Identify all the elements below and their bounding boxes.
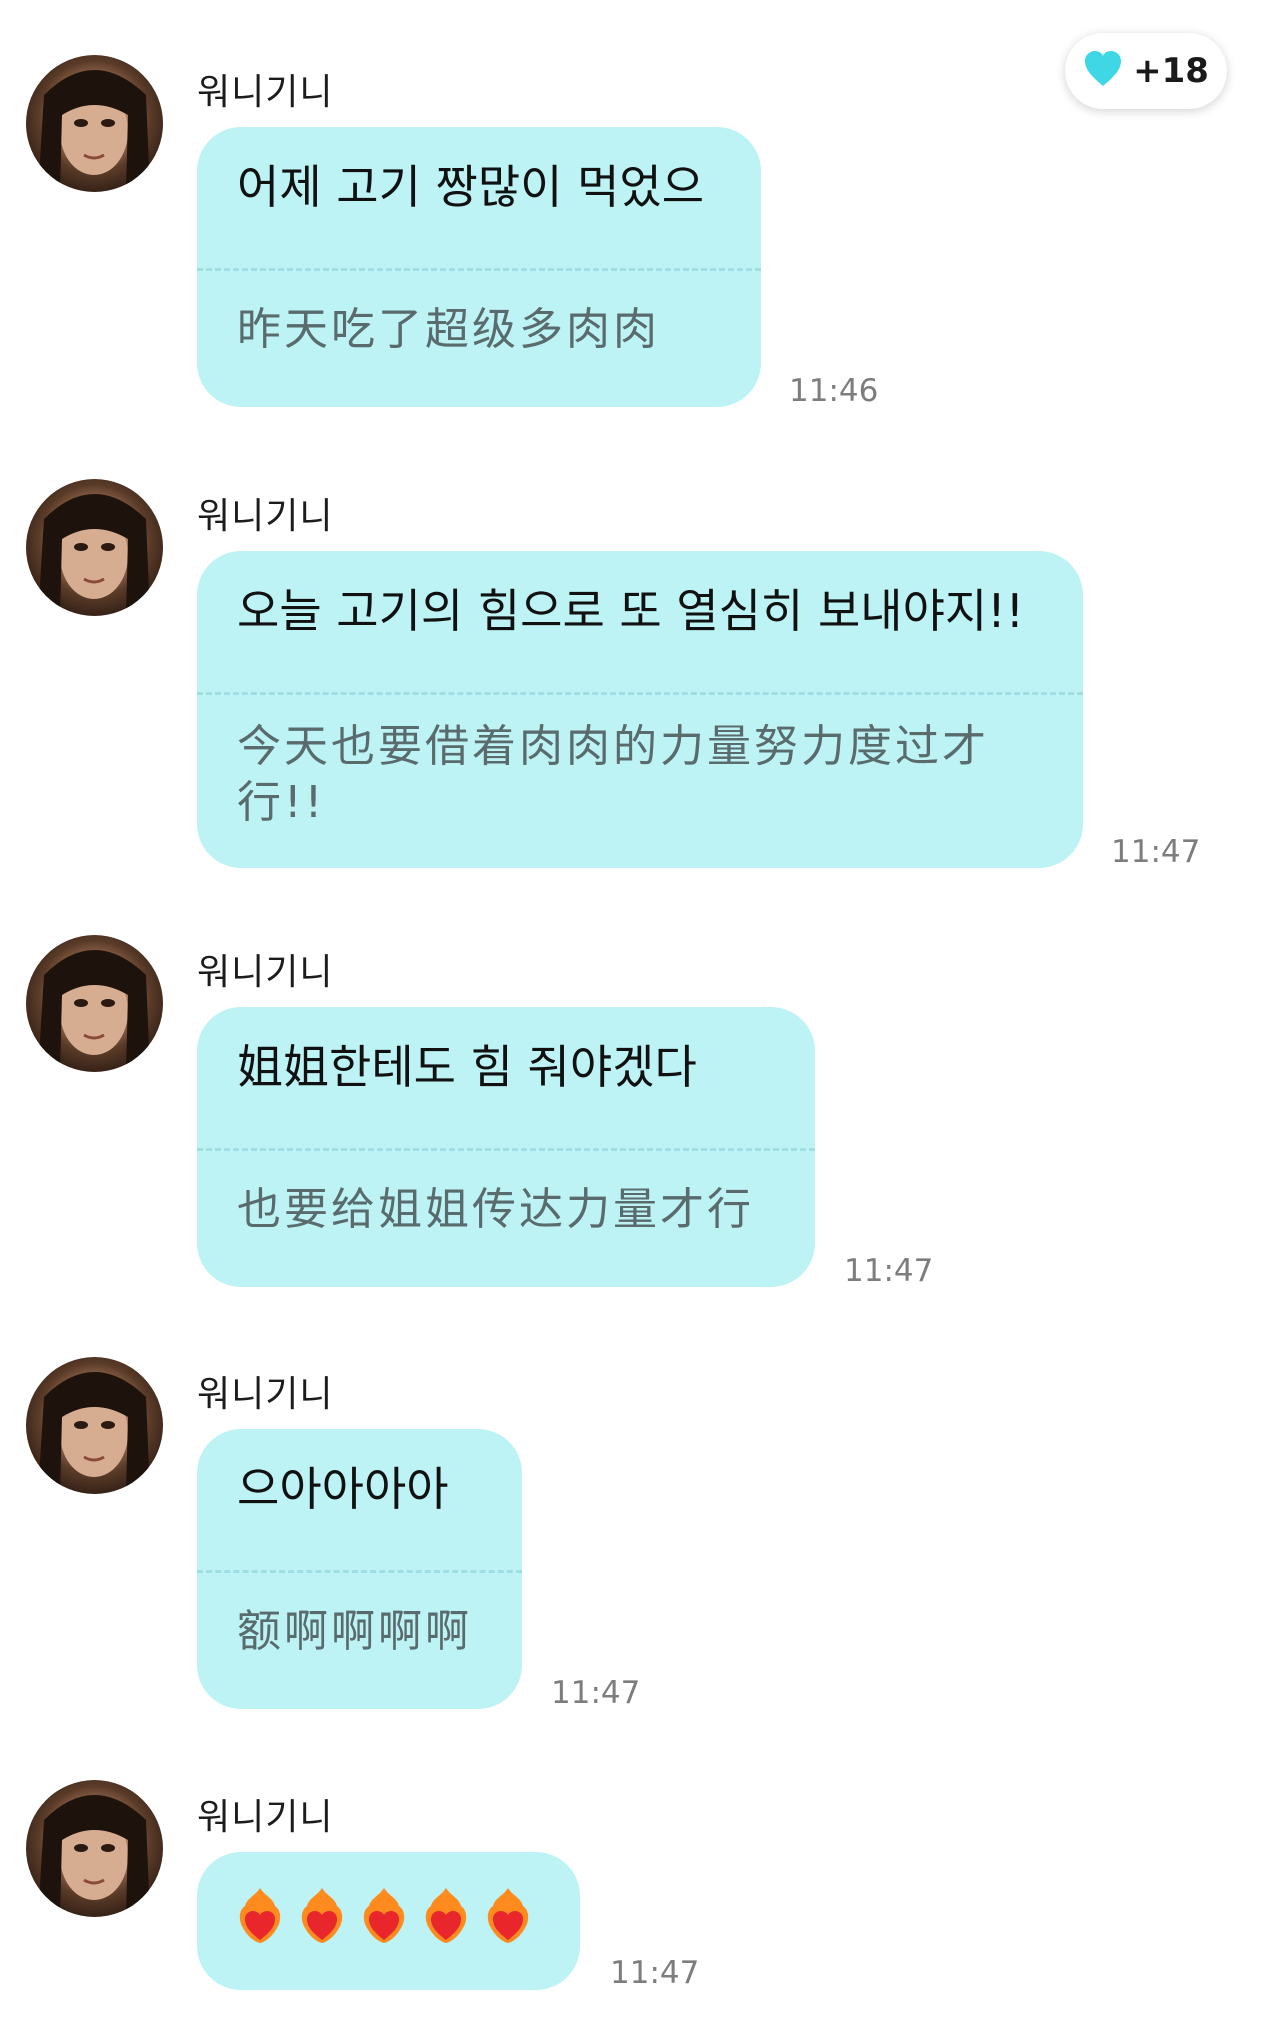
avatar[interactable]	[26, 935, 163, 1072]
avatar[interactable]	[26, 55, 163, 192]
heart-count: +18	[1133, 51, 1209, 91]
timestamp: 11:47	[610, 1955, 700, 1991]
heart-on-fire-icon	[485, 1886, 531, 1948]
avatar[interactable]	[26, 479, 163, 616]
sender-name: 워니기니	[197, 1797, 334, 1838]
message-text: 오늘 고기의 힘으로 또 열심히 보내야지!!	[237, 584, 1025, 638]
message-text: 으아아아아	[237, 1462, 449, 1516]
message-bubble[interactable]: 어제 고기 짱많이 먹었으 昨天吃了超级多肉肉	[197, 127, 761, 407]
translation-text: 也要给姐姐传达力量才行	[237, 1184, 754, 1235]
message-text: 姐姐한테도 힘 줘야겠다	[237, 1040, 697, 1094]
message-bubble[interactable]: 姐姐한테도 힘 줘야겠다 也要给姐姐传达力量才行	[197, 1007, 815, 1287]
sender-name: 워니기니	[197, 496, 334, 537]
heart-on-fire-icon	[237, 1886, 283, 1948]
sender-name: 워니기니	[197, 1374, 334, 1415]
timestamp: 11:46	[789, 373, 879, 409]
translation-text: 额啊啊啊啊	[237, 1606, 472, 1657]
avatar[interactable]	[26, 1780, 163, 1917]
translation-text: 今天也要借着肉肉的力量努力度过才行!!	[237, 721, 989, 828]
translation-divider	[197, 692, 1083, 695]
sender-name: 워니기니	[197, 952, 334, 993]
translation-divider	[197, 268, 761, 271]
heart-on-fire-icon	[423, 1886, 469, 1948]
sender-name: 워니기니	[197, 72, 334, 113]
emoji-row	[237, 1886, 531, 1948]
heart-count-badge[interactable]: +18	[1065, 33, 1227, 109]
message-bubble[interactable]: 오늘 고기의 힘으로 또 열심히 보내야지!! 今天也要借着肉肉的力量努力度过才…	[197, 551, 1083, 868]
heart-on-fire-icon	[361, 1886, 407, 1948]
timestamp: 11:47	[844, 1253, 934, 1289]
translation-divider	[197, 1570, 522, 1573]
message-text: 어제 고기 짱많이 먹었으	[237, 160, 705, 214]
timestamp: 11:47	[551, 1675, 641, 1711]
translation-divider	[197, 1148, 815, 1151]
message-bubble[interactable]	[197, 1852, 580, 1990]
timestamp: 11:47	[1111, 834, 1201, 870]
message-bubble[interactable]: 으아아아아 额啊啊啊啊	[197, 1429, 522, 1709]
heart-on-fire-icon	[299, 1886, 345, 1948]
heart-icon	[1083, 50, 1123, 92]
avatar[interactable]	[26, 1357, 163, 1494]
translation-text: 昨天吃了超级多肉肉	[237, 304, 660, 355]
